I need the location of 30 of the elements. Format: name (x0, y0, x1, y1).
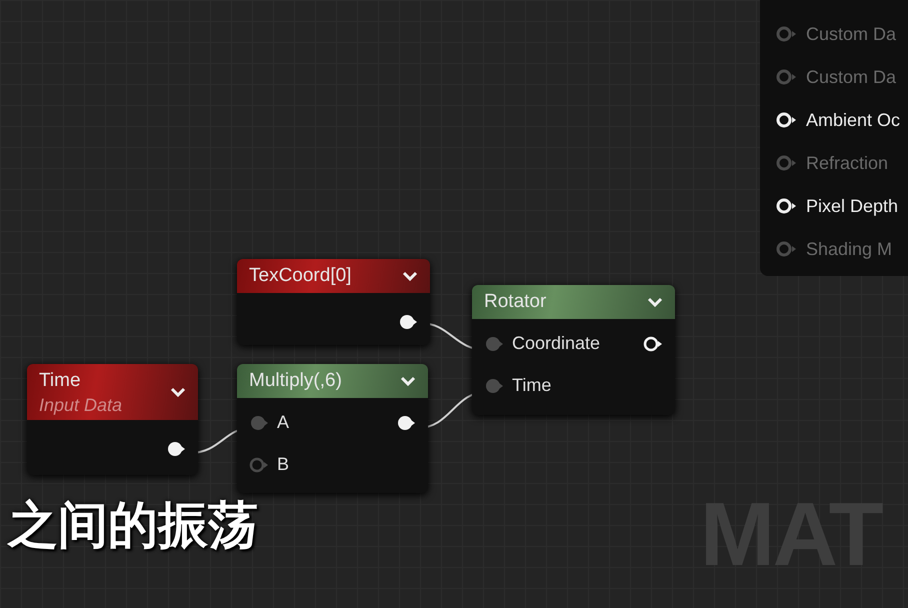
chevron-down-icon[interactable] (647, 296, 663, 308)
pin-label: Custom Da (806, 66, 896, 88)
pin-label: Shading M (806, 238, 892, 261)
pin-label: Time (512, 374, 552, 397)
node-subtitle: Input Data (39, 394, 122, 416)
pin-icon[interactable] (166, 440, 186, 456)
chevron-down-icon[interactable] (170, 386, 186, 398)
graph-node[interactable]: Multiply(,6) A B (237, 364, 428, 493)
pin-label: Coordinate (512, 332, 600, 355)
chevron-down-icon[interactable] (402, 270, 418, 282)
video-subtitle: 之间的振荡 (6, 500, 259, 550)
chevron-down-icon[interactable] (400, 375, 416, 387)
pin-label: A (277, 411, 290, 434)
graph-node[interactable]: Rotator Coordinate Time (472, 285, 675, 415)
pin-label: Custom Da (806, 22, 896, 46)
pin-icon[interactable] (398, 314, 418, 330)
pin-label: B (277, 453, 290, 476)
pin-icon[interactable] (776, 112, 798, 128)
pin-label: Refraction (806, 152, 888, 174)
pin-label: Ambient Oc (806, 108, 900, 132)
graph-node[interactable]: TexCoord[0] (237, 259, 430, 345)
graph-node[interactable]: Time Input Data (27, 364, 198, 475)
node-title: Time (39, 369, 82, 393)
pin-icon[interactable] (396, 414, 416, 430)
node-title: TexCoord[0] (249, 264, 352, 288)
node-title: Rotator (484, 290, 546, 314)
pin-label: Pixel Depth (806, 194, 898, 218)
node-title: Multiply(,6) (249, 369, 342, 393)
pin-icon[interactable] (776, 198, 798, 214)
pin-icon[interactable] (643, 336, 663, 352)
